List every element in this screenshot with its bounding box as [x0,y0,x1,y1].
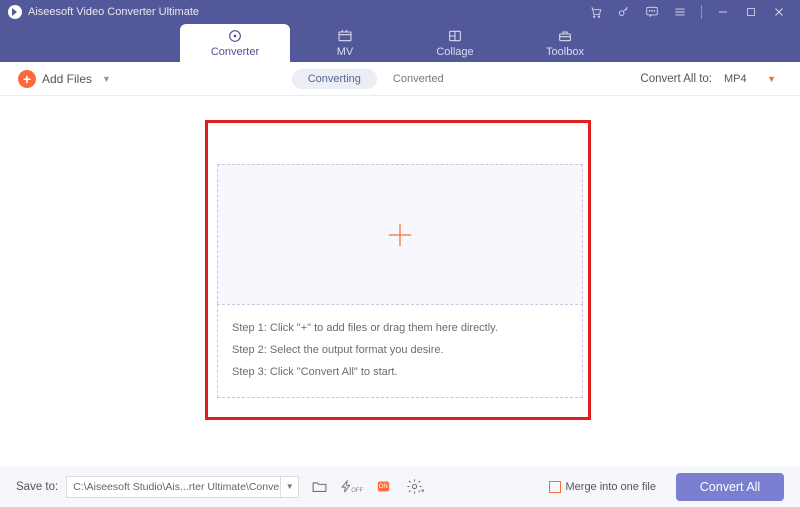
drop-area: Step 1: Click "+" to add files or drag t… [217,164,583,398]
main-tabs: Converter MV Collage Toolbox [0,24,800,62]
settings-button[interactable]: ▾ [403,477,427,497]
step-2: Step 2: Select the output format you des… [232,339,568,361]
convert-all-to-label: Convert All to: [640,73,712,85]
convert-all-to: Convert All to: MP4 ▼ [640,71,782,87]
key-icon[interactable] [617,5,631,19]
tab-toolbox-label: Toolbox [546,46,584,58]
main-content: Step 1: Click "+" to add files or drag t… [0,96,800,466]
window-controls [589,5,800,19]
merge-label: Merge into one file [566,481,657,493]
merge-checkbox[interactable]: Merge into one file [549,481,657,493]
tab-converter[interactable]: Converter [180,24,290,62]
open-folder-button[interactable] [307,477,331,497]
format-selected-value: MP4 [724,73,747,85]
tab-converting[interactable]: Converting [292,69,377,89]
app-title: Aiseesoft Video Converter Ultimate [28,6,199,18]
cart-icon[interactable] [589,5,603,19]
close-icon[interactable] [772,5,786,19]
tab-collage[interactable]: Collage [400,24,510,62]
instructions: Step 1: Click "+" to add files or drag t… [217,304,583,398]
high-speed-button[interactable]: ON [371,477,395,497]
menu-icon[interactable] [673,5,687,19]
plus-icon: + [18,70,36,88]
toolbar: + Add Files ▼ Converting Converted Conve… [0,62,800,96]
maximize-icon[interactable] [744,5,758,19]
save-path-field[interactable]: C:\Aiseesoft Studio\Ais...rter Ultimate\… [66,476,281,498]
step-3: Step 3: Click "Convert All" to start. [232,361,568,383]
save-to-label: Save to: [16,481,58,493]
feedback-icon[interactable] [645,5,659,19]
tab-mv-label: MV [337,46,354,58]
conversion-status-segment: Converting Converted [292,69,460,89]
format-select[interactable]: MP4 ▼ [718,71,782,87]
convert-all-button[interactable]: Convert All [676,473,784,501]
titlebar-top: Aiseesoft Video Converter Ultimate [0,0,800,24]
minimize-icon[interactable] [716,5,730,19]
tab-mv[interactable]: MV [290,24,400,62]
tab-converted[interactable]: Converted [377,69,460,89]
titlebar: Aiseesoft Video Converter Ultimate Conve… [0,0,800,62]
tab-toolbox[interactable]: Toolbox [510,24,620,62]
drop-zone[interactable] [217,164,583,304]
hardware-accel-button[interactable]: OFF [339,477,363,497]
chevron-down-icon[interactable]: ▼ [102,74,111,84]
chevron-down-icon: ▼ [767,74,776,84]
add-files-label: Add Files [42,72,92,86]
tab-collage-label: Collage [436,46,473,58]
add-files-button[interactable]: + Add Files ▼ [18,70,111,88]
step-1: Step 1: Click "+" to add files or drag t… [232,317,568,339]
tab-converter-label: Converter [211,46,259,58]
app-logo-icon [8,5,22,19]
save-path-dropdown[interactable]: ▼ [281,476,299,498]
bottom-bar: Save to: C:\Aiseesoft Studio\Ais...rter … [0,466,800,507]
checkbox-icon [549,481,561,493]
